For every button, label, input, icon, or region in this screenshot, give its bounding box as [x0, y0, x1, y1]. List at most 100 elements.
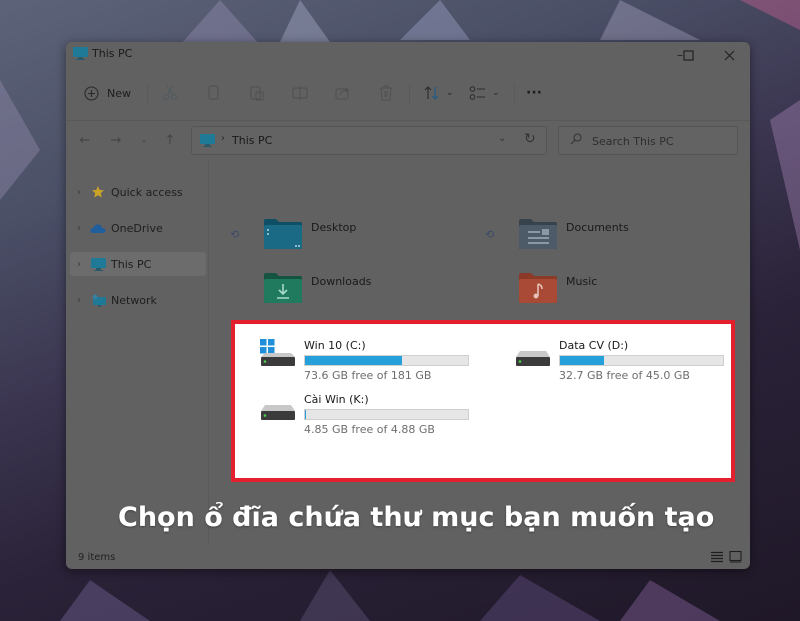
file-explorer-window: This PC – New ⌄ ⌄ ··· ← → ⌄ ↑ › This PC … [66, 42, 750, 569]
new-button[interactable]: New [84, 82, 131, 104]
paste-icon [250, 86, 264, 101]
recent-locations-button[interactable]: ⌄ [134, 130, 154, 150]
close-button[interactable] [711, 44, 747, 66]
drive-free-space: 4.85 GB free of 4.88 GB [304, 423, 435, 436]
star-icon [90, 185, 106, 199]
sync-icon: ⟲ [230, 228, 240, 241]
share-button[interactable] [335, 82, 351, 104]
downloads-folder-icon [264, 273, 302, 303]
drive-k[interactable]: Cài Win (K:) 4.85 GB free of 4.88 GB [257, 393, 497, 439]
search-input[interactable] [592, 133, 732, 149]
copy-button[interactable] [206, 82, 222, 104]
toolbar-separator [147, 84, 148, 104]
sort-button[interactable]: ⌄ [423, 82, 454, 104]
window-title: This PC [92, 47, 133, 60]
folder-label: Downloads [311, 275, 372, 288]
sync-icon: ⟲ [485, 228, 495, 241]
cloud-icon [90, 221, 106, 235]
scissors-icon [163, 85, 177, 100]
breadcrumb-chevron-icon[interactable]: › [221, 133, 225, 144]
drive-usage-bar [304, 409, 469, 420]
status-bar: 9 items [66, 546, 750, 569]
delete-button[interactable] [378, 82, 394, 104]
back-button[interactable]: ← [75, 130, 95, 150]
rename-icon [292, 86, 308, 100]
expand-chevron-icon[interactable]: › [70, 295, 88, 306]
drive-label: Data CV (D:) [559, 339, 629, 352]
more-options-button[interactable]: ··· [526, 82, 542, 104]
desktop-folder-icon [264, 219, 302, 249]
folder-music[interactable]: Music [471, 272, 721, 316]
drive-free-space: 73.6 GB free of 181 GB [304, 369, 432, 382]
drive-usage-fill [560, 356, 605, 365]
music-folder-icon [519, 273, 557, 303]
cut-button[interactable] [162, 82, 178, 104]
network-icon [90, 293, 106, 307]
command-bar: New ⌄ ⌄ ··· [66, 76, 750, 110]
windows-drive-icon [260, 339, 295, 366]
search-icon [570, 133, 582, 148]
title-bar[interactable]: This PC – [66, 42, 750, 68]
close-icon [724, 50, 734, 60]
drive-free-space: 32.7 GB free of 45.0 GB [559, 369, 690, 382]
new-label: New [107, 86, 131, 100]
drive-usage-bar [559, 355, 724, 366]
drives-highlight-box: Win 10 (C:) 73.6 GB free of 181 GB Data … [231, 320, 735, 482]
chevron-down-icon: ⌄ [492, 88, 500, 98]
expand-chevron-icon[interactable]: › [70, 259, 88, 270]
sidebar-label: This PC [111, 257, 152, 271]
expand-chevron-icon[interactable]: › [70, 187, 88, 198]
chevron-down-icon: ⌄ [446, 88, 454, 98]
folder-documents[interactable]: ⟲ Documents [471, 218, 721, 262]
sort-icon [424, 86, 439, 100]
folder-downloads[interactable]: Downloads [216, 272, 466, 316]
forward-button[interactable]: → [106, 130, 126, 150]
copy-icon [208, 85, 219, 100]
expand-chevron-icon[interactable]: › [70, 223, 88, 234]
sidebar-item-quick-access[interactable]: › Quick access [70, 180, 206, 204]
sidebar-label: Network [111, 293, 157, 307]
this-pc-icon [73, 47, 88, 60]
drive-d[interactable]: Data CV (D:) 32.7 GB free of 45.0 GB [512, 339, 752, 385]
view-list-icon [469, 86, 485, 100]
rename-button[interactable] [292, 82, 308, 104]
large-icons-view-button[interactable] [729, 551, 743, 563]
maximize-button[interactable] [670, 44, 706, 66]
hard-drive-icon [516, 351, 550, 366]
drive-label: Win 10 (C:) [304, 339, 366, 352]
navigation-bar: ← → ⌄ ↑ › This PC ⌄ ↻ [66, 122, 750, 158]
sidebar-item-network[interactable]: › Network [70, 288, 206, 312]
view-button[interactable]: ⌄ [469, 82, 500, 104]
folder-desktop[interactable]: ⟲ Desktop [216, 218, 466, 262]
address-dropdown-button[interactable]: ⌄ [498, 133, 506, 144]
sidebar-item-onedrive[interactable]: › OneDrive [70, 216, 206, 240]
maximize-icon [682, 49, 694, 61]
trash-icon [380, 85, 392, 101]
drive-c[interactable]: Win 10 (C:) 73.6 GB free of 181 GB [257, 339, 497, 385]
hard-drive-icon [261, 405, 295, 420]
toolbar-separator [514, 84, 515, 104]
refresh-button[interactable]: ↻ [524, 131, 536, 147]
this-pc-icon [200, 134, 215, 147]
navigation-pane: › Quick access › OneDrive › This PC › Ne… [66, 172, 208, 532]
sidebar-label: Quick access [111, 185, 183, 199]
sidebar-item-this-pc[interactable]: › This PC [70, 252, 206, 276]
drive-usage-fill [305, 410, 306, 419]
up-button[interactable]: ↑ [160, 130, 180, 150]
paste-button[interactable] [249, 82, 265, 104]
share-icon [335, 87, 349, 100]
monitor-icon [90, 257, 106, 271]
instruction-caption: Chọn ổ đĩa chứa thư mục bạn muốn tạo [118, 502, 715, 533]
drive-label: Cài Win (K:) [304, 393, 369, 406]
documents-folder-icon [519, 219, 557, 249]
folder-label: Desktop [311, 221, 357, 234]
toolbar-divider [66, 120, 750, 121]
breadcrumb-this-pc[interactable]: This PC [232, 134, 272, 147]
address-bar[interactable]: › This PC ⌄ ↻ [191, 126, 547, 155]
details-view-button[interactable] [710, 551, 724, 563]
plus-circle-icon [84, 85, 99, 101]
item-count: 9 items [78, 552, 116, 563]
drive-usage-fill [305, 356, 402, 365]
sidebar-label: OneDrive [111, 221, 163, 235]
search-box[interactable] [558, 126, 738, 155]
